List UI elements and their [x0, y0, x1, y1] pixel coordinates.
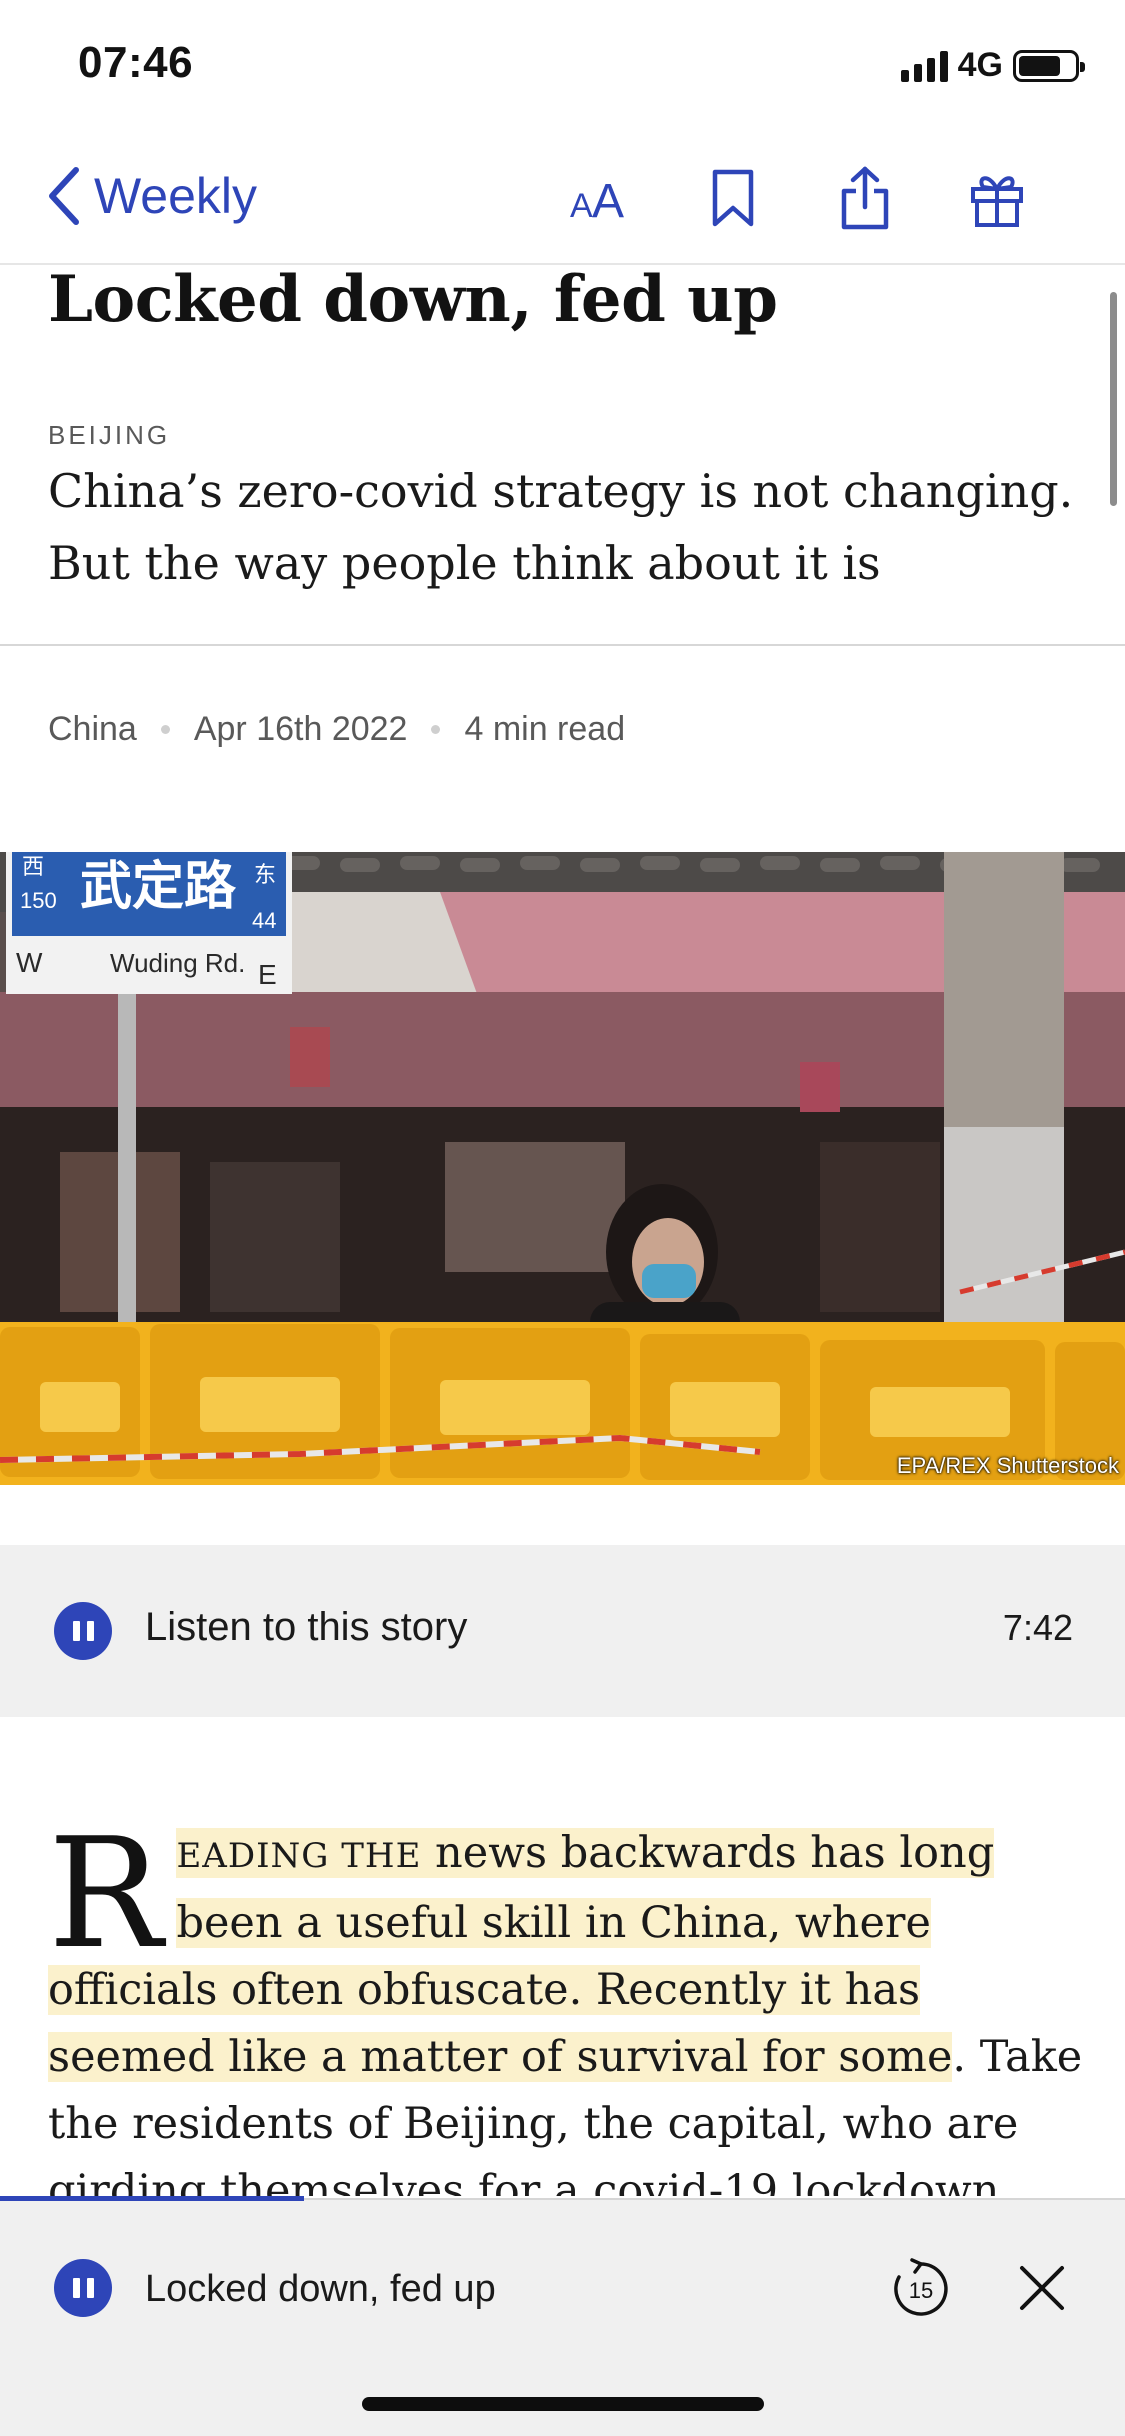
read-time: 4 min read — [464, 710, 626, 748]
article-headline: Locked down, fed up — [48, 262, 778, 337]
separator-dot — [160, 725, 170, 734]
bookmark-icon — [712, 169, 754, 227]
home-indicator[interactable] — [362, 2397, 764, 2411]
divider — [0, 644, 1125, 646]
photo-credit: EPA/REX Shutterstock — [896, 1453, 1119, 1478]
svg-text:150: 150 — [20, 888, 57, 913]
share-icon — [841, 166, 889, 230]
gift-icon — [971, 176, 1023, 227]
status-indicators: 4G — [900, 46, 1085, 85]
text-size-icon: A A — [570, 175, 624, 223]
sign-english-text: Wuding Rd. — [110, 948, 245, 978]
publish-date: Apr 16th 2022 — [193, 710, 408, 748]
status-bar: 07:46 4G — [0, 0, 1125, 140]
separator-dot — [431, 725, 441, 734]
status-time: 07:46 — [78, 38, 194, 87]
pause-button[interactable] — [54, 1602, 112, 1660]
share-button[interactable] — [829, 162, 901, 234]
article-meta: China Apr 16th 2022 4 min read — [48, 710, 625, 749]
svg-text:15: 15 — [909, 2278, 933, 2303]
sign-chinese-text: 武定路 — [80, 857, 237, 917]
small-caps-text: EADING THE — [176, 1836, 422, 1876]
audio-duration: 7:42 — [1002, 1607, 1073, 1648]
back-button[interactable]: Weekly — [44, 164, 257, 228]
gift-button[interactable] — [961, 162, 1033, 234]
skip-back-button[interactable]: 15 — [890, 2258, 952, 2320]
playback-progress — [0, 2196, 304, 2201]
svg-text:44: 44 — [252, 908, 276, 933]
close-icon — [1020, 2266, 1064, 2310]
pause-icon — [72, 1621, 80, 1641]
scroll-indicator — [1110, 292, 1117, 506]
article-body: R EADING THE news backwards has long been… — [48, 1820, 1088, 2196]
cellular-signal-icon — [900, 50, 948, 82]
svg-text:E: E — [258, 959, 277, 990]
hero-photo: 武定路 Wuding Rd. W E 150 44 西 东 EPA/REX Sh… — [0, 852, 1125, 1485]
svg-text:A: A — [592, 175, 624, 223]
listen-bar[interactable]: Listen to this story 7:42 — [0, 1545, 1125, 1717]
battery-icon — [1013, 49, 1085, 82]
toolbar: A A — [565, 162, 1125, 234]
drop-cap: R — [48, 1820, 163, 1982]
network-type: 4G — [957, 46, 1003, 84]
highlighted-text: EADING THE news backwards has long been … — [48, 1828, 995, 2082]
close-button[interactable] — [1012, 2258, 1072, 2318]
rewind-15-icon: 15 — [894, 2258, 948, 2316]
section-link[interactable]: China — [48, 710, 137, 749]
hero-illustration: 武定路 Wuding Rd. W E 150 44 西 东 — [0, 852, 1125, 1485]
chevron-left-icon — [49, 167, 79, 225]
dateline: BEIJING — [48, 420, 171, 450]
pause-icon — [72, 2278, 80, 2298]
svg-text:W: W — [16, 947, 43, 978]
svg-text:东: 东 — [254, 863, 276, 888]
back-label: Weekly — [94, 168, 258, 224]
svg-text:西: 西 — [22, 855, 44, 880]
text-size-button[interactable]: A A — [565, 162, 637, 234]
mini-player-title: Locked down, fed up — [145, 2268, 496, 2310]
svg-text:A: A — [570, 187, 593, 223]
listen-label: Listen to this story — [145, 1605, 468, 1649]
nav-bar: Weekly A A — [0, 140, 1125, 265]
bookmark-button[interactable] — [697, 162, 769, 234]
article-rubric: China’s zero-covid strategy is not chang… — [48, 464, 1074, 590]
mini-pause-button[interactable] — [54, 2259, 112, 2317]
